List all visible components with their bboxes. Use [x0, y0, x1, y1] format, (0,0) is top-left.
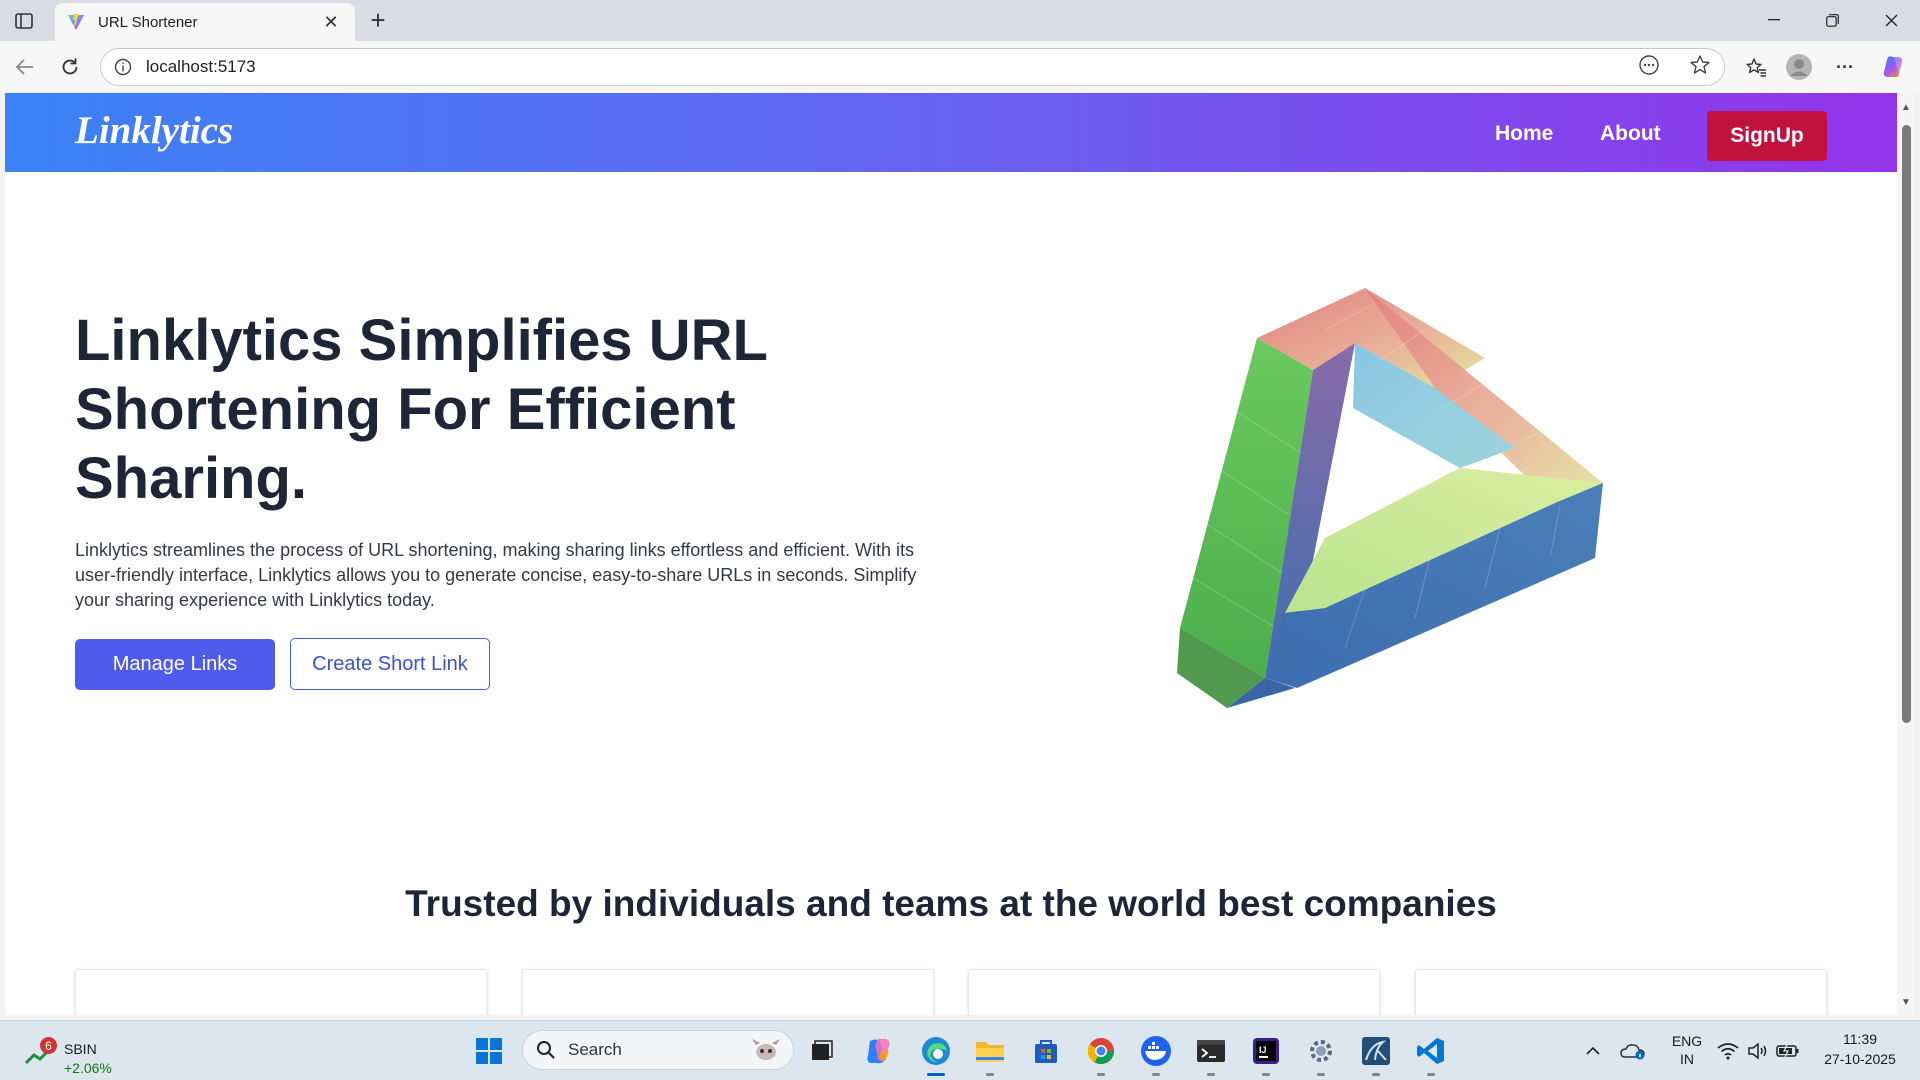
volume-icon[interactable]	[1742, 1035, 1774, 1067]
address-bar[interactable]: localhost:5173	[100, 48, 1725, 86]
clock-date: 27-10-2025	[1824, 1051, 1896, 1067]
restore-button[interactable]	[1810, 6, 1854, 34]
show-hidden-icons-chevron-icon[interactable]	[1577, 1035, 1609, 1067]
running-indicator	[1317, 1073, 1325, 1076]
profile-avatar-icon[interactable]	[1784, 52, 1814, 82]
site-info-icon[interactable]	[113, 57, 133, 77]
site-logo[interactable]: Linklytics	[75, 108, 233, 153]
url-text: localhost:5173	[146, 57, 256, 76]
stock-name: SBIN	[64, 1041, 97, 1057]
file-explorer-icon[interactable]	[974, 1035, 1006, 1067]
company-card	[968, 969, 1380, 1015]
language-region: IN	[1680, 1051, 1694, 1067]
settings-icon[interactable]	[1305, 1035, 1337, 1067]
svg-text:IJ: IJ	[1259, 1045, 1267, 1055]
taskbar-search-box[interactable]: Search	[522, 1030, 794, 1070]
tab-actions-icon[interactable]	[10, 8, 38, 34]
search-highlight-icon	[752, 1039, 780, 1060]
vite-favicon-icon	[68, 14, 84, 30]
page-scrollbar[interactable]: ▲ ▼	[1897, 93, 1915, 1015]
tab-close-icon[interactable]: ✕	[319, 10, 343, 34]
running-indicator	[1152, 1073, 1160, 1076]
mysql-workbench-icon[interactable]	[1360, 1035, 1392, 1067]
stock-change: +2.06%	[64, 1060, 112, 1076]
clock-time: 11:39	[1843, 1031, 1877, 1047]
clock[interactable]: 11:39 27-10-2025	[1810, 1031, 1910, 1067]
copilot-icon[interactable]	[863, 1035, 895, 1067]
nav-link-home[interactable]: Home	[1495, 122, 1553, 146]
windows-start-icon[interactable]	[473, 1035, 505, 1067]
vscode-icon[interactable]	[1415, 1035, 1447, 1067]
reload-icon[interactable]	[55, 52, 85, 82]
onedrive-icon[interactable]	[1617, 1035, 1649, 1067]
language-code: ENG	[1671, 1033, 1703, 1049]
edge-active-indicator	[927, 1073, 945, 1076]
running-indicator	[1262, 1073, 1270, 1076]
chrome-icon[interactable]	[1085, 1035, 1117, 1067]
minimize-button[interactable]	[1752, 6, 1796, 34]
more-options-icon[interactable]: ···	[1830, 52, 1860, 82]
search-icon	[537, 1041, 555, 1059]
company-card	[522, 969, 934, 1015]
page-viewport: Linklytics Home About SignUp Linklytics …	[5, 93, 1897, 1015]
edge-icon[interactable]	[920, 1035, 952, 1067]
nav-link-about[interactable]: About	[1600, 122, 1661, 146]
wifi-icon[interactable]	[1712, 1035, 1744, 1067]
manage-links-button[interactable]: Manage Links	[75, 639, 275, 690]
running-indicator	[1097, 1073, 1105, 1076]
hero-description: Linklytics streamlines the process of UR…	[75, 540, 917, 610]
window-close-button[interactable]	[1869, 6, 1913, 34]
back-icon[interactable]	[10, 52, 40, 82]
signup-button[interactable]: SignUp	[1707, 111, 1827, 161]
search-label: Search	[568, 1040, 622, 1059]
reading-mode-icon[interactable]	[1634, 50, 1664, 80]
language-indicator[interactable]: ENG IN	[1666, 1033, 1708, 1067]
trusted-heading: Trusted by individuals and teams at the …	[405, 883, 1497, 924]
site-navbar: Linklytics Home About SignUp	[5, 93, 1897, 172]
running-indicator	[1372, 1073, 1380, 1076]
favorite-star-icon[interactable]	[1685, 50, 1715, 80]
windows-taskbar: 6 SBIN +2.06% Search IJ ENG IN 11:39 27-…	[0, 1020, 1920, 1080]
scroll-thumb[interactable]	[1902, 125, 1911, 723]
docker-icon[interactable]	[1140, 1035, 1172, 1067]
company-card	[1415, 969, 1827, 1015]
running-indicator	[986, 1073, 994, 1076]
tab-title: URL Shortener	[98, 13, 198, 31]
browser-tab-bar: URL Shortener ✕ +	[0, 0, 1920, 41]
scroll-down-icon[interactable]: ▼	[1900, 996, 1912, 1008]
browser-toolbar: localhost:5173 ···	[0, 41, 1920, 93]
scroll-up-icon[interactable]: ▲	[1900, 101, 1912, 113]
store-icon[interactable]	[1030, 1035, 1062, 1067]
company-card	[75, 969, 487, 1015]
new-tab-button[interactable]: +	[364, 5, 392, 35]
task-view-icon[interactable]	[806, 1035, 838, 1067]
battery-icon[interactable]	[1772, 1035, 1804, 1067]
hero-title: Linklytics Simplifies URL Shortening For…	[75, 308, 767, 511]
stock-widget[interactable]: 6 SBIN +2.06%	[22, 1031, 132, 1076]
running-indicator	[1427, 1073, 1435, 1076]
favorites-icon[interactable]	[1741, 52, 1771, 82]
running-indicator	[1207, 1073, 1215, 1076]
intellij-icon[interactable]: IJ	[1250, 1035, 1282, 1067]
create-short-link-button[interactable]: Create Short Link	[290, 638, 490, 690]
stock-badge: 6	[40, 1037, 57, 1054]
copilot-sidebar-icon[interactable]	[1878, 52, 1908, 82]
browser-tab-active[interactable]: URL Shortener ✕	[55, 3, 355, 41]
terminal-icon[interactable]	[1195, 1035, 1227, 1067]
penrose-triangle-illustration	[1177, 288, 1603, 708]
